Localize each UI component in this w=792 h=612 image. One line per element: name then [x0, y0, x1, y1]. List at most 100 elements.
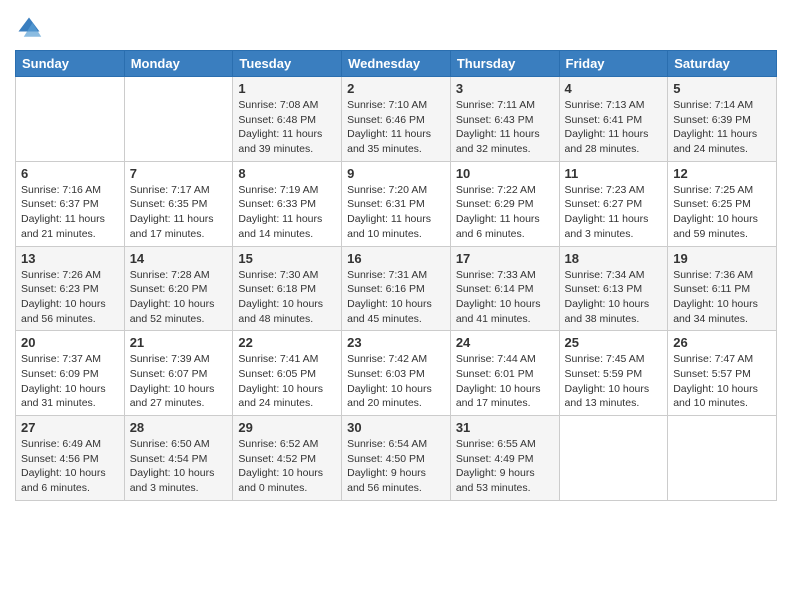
day-number: 13: [21, 251, 119, 266]
calendar-cell: 21 Sunrise: 7:39 AM Sunset: 6:07 PM Dayli…: [124, 331, 233, 416]
day-info: Sunrise: 6:55 AM Sunset: 4:49 PM Dayligh…: [456, 437, 554, 496]
day-info: Sunrise: 7:17 AM Sunset: 6:35 PM Dayligh…: [130, 183, 228, 242]
calendar-week-2: 6 Sunrise: 7:16 AM Sunset: 6:37 PM Daylig…: [16, 161, 777, 246]
calendar-cell: 25 Sunrise: 7:45 AM Sunset: 5:59 PM Dayli…: [559, 331, 668, 416]
day-number: 11: [565, 166, 663, 181]
day-info: Sunrise: 7:22 AM Sunset: 6:29 PM Dayligh…: [456, 183, 554, 242]
calendar: SundayMondayTuesdayWednesdayThursdayFrid…: [15, 50, 777, 501]
calendar-cell: [124, 77, 233, 162]
day-info: Sunrise: 6:50 AM Sunset: 4:54 PM Dayligh…: [130, 437, 228, 496]
calendar-cell: 22 Sunrise: 7:41 AM Sunset: 6:05 PM Dayli…: [233, 331, 342, 416]
calendar-week-3: 13 Sunrise: 7:26 AM Sunset: 6:23 PM Dayli…: [16, 246, 777, 331]
calendar-cell: 1Sunrise: 7:08 AM Sunset: 6:48 PM Daylig…: [233, 77, 342, 162]
day-info: Sunrise: 7:36 AM Sunset: 6:11 PM Dayligh…: [673, 268, 771, 327]
weekday-header-tuesday: Tuesday: [233, 51, 342, 77]
logo: [15, 14, 47, 42]
weekday-header-friday: Friday: [559, 51, 668, 77]
day-number: 22: [238, 335, 336, 350]
day-info: Sunrise: 6:49 AM Sunset: 4:56 PM Dayligh…: [21, 437, 119, 496]
day-number: 6: [21, 166, 119, 181]
day-info: Sunrise: 7:37 AM Sunset: 6:09 PM Dayligh…: [21, 352, 119, 411]
day-number: 19: [673, 251, 771, 266]
day-info: Sunrise: 7:41 AM Sunset: 6:05 PM Dayligh…: [238, 352, 336, 411]
day-number: 4: [565, 81, 663, 96]
calendar-cell: [668, 416, 777, 501]
weekday-header-saturday: Saturday: [668, 51, 777, 77]
day-number: 17: [456, 251, 554, 266]
logo-icon: [15, 14, 43, 42]
calendar-cell: 26Sunrise: 7:47 AM Sunset: 5:57 PM Dayli…: [668, 331, 777, 416]
calendar-cell: [559, 416, 668, 501]
calendar-cell: 11Sunrise: 7:23 AM Sunset: 6:27 PM Dayli…: [559, 161, 668, 246]
calendar-cell: 29 Sunrise: 6:52 AM Sunset: 4:52 PM Dayli…: [233, 416, 342, 501]
day-info: Sunrise: 7:42 AM Sunset: 6:03 PM Dayligh…: [347, 352, 445, 411]
page: SundayMondayTuesdayWednesdayThursdayFrid…: [0, 0, 792, 516]
calendar-cell: 3 Sunrise: 7:11 AM Sunset: 6:43 PM Daylig…: [450, 77, 559, 162]
calendar-cell: 14 Sunrise: 7:28 AM Sunset: 6:20 PM Dayli…: [124, 246, 233, 331]
day-info: Sunrise: 6:54 AM Sunset: 4:50 PM Dayligh…: [347, 437, 445, 496]
day-number: 28: [130, 420, 228, 435]
day-number: 21: [130, 335, 228, 350]
calendar-cell: 4Sunrise: 7:13 AM Sunset: 6:41 PM Daylig…: [559, 77, 668, 162]
day-number: 12: [673, 166, 771, 181]
calendar-week-5: 27 Sunrise: 6:49 AM Sunset: 4:56 PM Dayli…: [16, 416, 777, 501]
day-info: Sunrise: 7:39 AM Sunset: 6:07 PM Dayligh…: [130, 352, 228, 411]
day-info: Sunrise: 7:10 AM Sunset: 6:46 PM Dayligh…: [347, 98, 445, 157]
calendar-cell: 12 Sunrise: 7:25 AM Sunset: 6:25 PM Dayli…: [668, 161, 777, 246]
header: [15, 10, 777, 42]
day-info: Sunrise: 7:28 AM Sunset: 6:20 PM Dayligh…: [130, 268, 228, 327]
day-number: 2: [347, 81, 445, 96]
day-info: Sunrise: 7:45 AM Sunset: 5:59 PM Dayligh…: [565, 352, 663, 411]
day-number: 1: [238, 81, 336, 96]
day-info: Sunrise: 7:11 AM Sunset: 6:43 PM Dayligh…: [456, 98, 554, 157]
weekday-header-wednesday: Wednesday: [342, 51, 451, 77]
day-info: Sunrise: 7:26 AM Sunset: 6:23 PM Dayligh…: [21, 268, 119, 327]
calendar-cell: 6 Sunrise: 7:16 AM Sunset: 6:37 PM Daylig…: [16, 161, 125, 246]
weekday-header-row: SundayMondayTuesdayWednesdayThursdayFrid…: [16, 51, 777, 77]
calendar-cell: 7 Sunrise: 7:17 AM Sunset: 6:35 PM Daylig…: [124, 161, 233, 246]
day-number: 7: [130, 166, 228, 181]
calendar-cell: 13 Sunrise: 7:26 AM Sunset: 6:23 PM Dayli…: [16, 246, 125, 331]
calendar-cell: 5 Sunrise: 7:14 AM Sunset: 6:39 PM Daylig…: [668, 77, 777, 162]
calendar-cell: 27 Sunrise: 6:49 AM Sunset: 4:56 PM Dayli…: [16, 416, 125, 501]
day-number: 23: [347, 335, 445, 350]
day-info: Sunrise: 7:44 AM Sunset: 6:01 PM Dayligh…: [456, 352, 554, 411]
day-info: Sunrise: 7:34 AM Sunset: 6:13 PM Dayligh…: [565, 268, 663, 327]
day-number: 27: [21, 420, 119, 435]
calendar-cell: 31Sunrise: 6:55 AM Sunset: 4:49 PM Dayli…: [450, 416, 559, 501]
calendar-cell: 9Sunrise: 7:20 AM Sunset: 6:31 PM Daylig…: [342, 161, 451, 246]
day-number: 8: [238, 166, 336, 181]
calendar-cell: 2 Sunrise: 7:10 AM Sunset: 6:46 PM Daylig…: [342, 77, 451, 162]
day-info: Sunrise: 7:14 AM Sunset: 6:39 PM Dayligh…: [673, 98, 771, 157]
day-number: 14: [130, 251, 228, 266]
day-info: Sunrise: 6:52 AM Sunset: 4:52 PM Dayligh…: [238, 437, 336, 496]
calendar-cell: 28 Sunrise: 6:50 AM Sunset: 4:54 PM Dayli…: [124, 416, 233, 501]
weekday-header-monday: Monday: [124, 51, 233, 77]
day-number: 3: [456, 81, 554, 96]
day-number: 16: [347, 251, 445, 266]
day-number: 30: [347, 420, 445, 435]
day-info: Sunrise: 7:31 AM Sunset: 6:16 PM Dayligh…: [347, 268, 445, 327]
day-number: 25: [565, 335, 663, 350]
day-info: Sunrise: 7:16 AM Sunset: 6:37 PM Dayligh…: [21, 183, 119, 242]
calendar-cell: 8Sunrise: 7:19 AM Sunset: 6:33 PM Daylig…: [233, 161, 342, 246]
calendar-cell: 20 Sunrise: 7:37 AM Sunset: 6:09 PM Dayli…: [16, 331, 125, 416]
day-number: 9: [347, 166, 445, 181]
day-info: Sunrise: 7:30 AM Sunset: 6:18 PM Dayligh…: [238, 268, 336, 327]
day-info: Sunrise: 7:33 AM Sunset: 6:14 PM Dayligh…: [456, 268, 554, 327]
day-number: 29: [238, 420, 336, 435]
day-number: 5: [673, 81, 771, 96]
calendar-cell: 23 Sunrise: 7:42 AM Sunset: 6:03 PM Dayli…: [342, 331, 451, 416]
calendar-cell: [16, 77, 125, 162]
day-number: 20: [21, 335, 119, 350]
calendar-cell: 15 Sunrise: 7:30 AM Sunset: 6:18 PM Dayli…: [233, 246, 342, 331]
weekday-header-sunday: Sunday: [16, 51, 125, 77]
day-info: Sunrise: 7:25 AM Sunset: 6:25 PM Dayligh…: [673, 183, 771, 242]
calendar-cell: 19 Sunrise: 7:36 AM Sunset: 6:11 PM Dayli…: [668, 246, 777, 331]
day-number: 15: [238, 251, 336, 266]
day-info: Sunrise: 7:47 AM Sunset: 5:57 PM Dayligh…: [673, 352, 771, 411]
calendar-week-4: 20 Sunrise: 7:37 AM Sunset: 6:09 PM Dayli…: [16, 331, 777, 416]
day-number: 10: [456, 166, 554, 181]
calendar-cell: 17 Sunrise: 7:33 AM Sunset: 6:14 PM Dayli…: [450, 246, 559, 331]
day-number: 24: [456, 335, 554, 350]
